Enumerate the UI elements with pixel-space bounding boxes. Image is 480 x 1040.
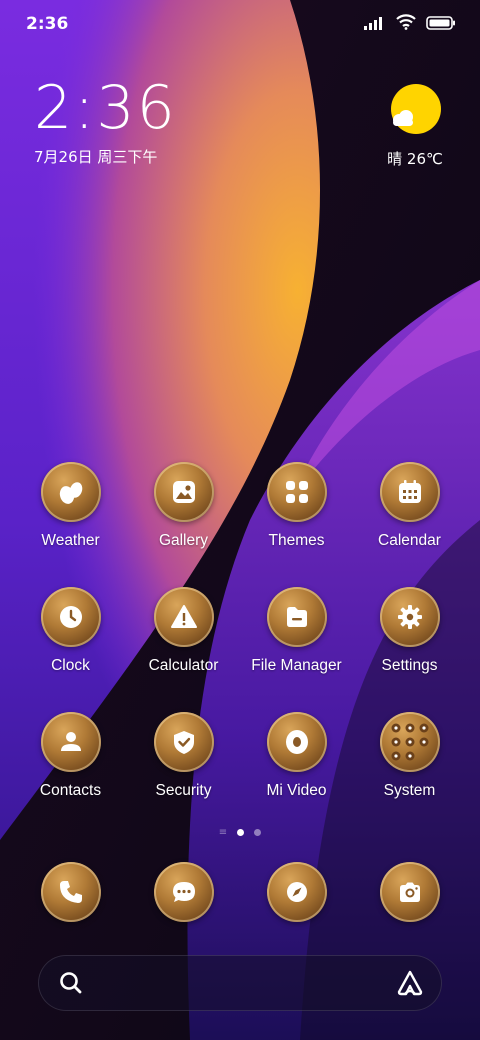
gear-icon bbox=[379, 587, 440, 647]
page-dot bbox=[254, 829, 262, 836]
app-row: Clock Calculator File Manager Settings bbox=[14, 587, 466, 712]
app-label: Security bbox=[155, 782, 212, 799]
app-label: Calendar bbox=[378, 532, 441, 549]
warning-icon bbox=[153, 587, 214, 647]
themes-icon bbox=[266, 462, 327, 522]
app-label: File Manager bbox=[251, 657, 342, 674]
weather-widget[interactable]: 晴 26℃ bbox=[384, 84, 446, 169]
phone-icon[interactable] bbox=[40, 862, 101, 922]
shield-icon bbox=[153, 712, 214, 772]
app-weather[interactable]: Weather bbox=[14, 462, 127, 587]
app-row: Contacts Security Mi Video System bbox=[14, 712, 466, 837]
assistant-icon[interactable] bbox=[396, 969, 424, 1001]
folder-icon bbox=[266, 587, 327, 647]
weather-text: 晴 26℃ bbox=[387, 150, 443, 168]
battery-icon bbox=[426, 15, 456, 34]
calendar-icon bbox=[379, 462, 440, 522]
app-calendar[interactable]: Calendar bbox=[353, 462, 466, 587]
camera-icon[interactable] bbox=[379, 862, 440, 922]
weather-icon bbox=[40, 462, 101, 522]
app-label: Settings bbox=[381, 657, 438, 674]
clock-icon bbox=[40, 587, 101, 647]
app-label: Calculator bbox=[148, 657, 219, 674]
app-label: Mi Video bbox=[266, 782, 327, 799]
wifi-icon bbox=[396, 14, 416, 34]
app-label: Weather bbox=[41, 532, 100, 549]
app-security[interactable]: Security bbox=[127, 712, 240, 837]
browser-icon[interactable] bbox=[266, 862, 327, 922]
search-bar[interactable] bbox=[38, 955, 442, 1011]
app-themes[interactable]: Themes bbox=[240, 462, 353, 587]
search-input[interactable] bbox=[94, 969, 378, 999]
page-indicator[interactable]: ≡ bbox=[0, 827, 480, 838]
app-grid: Weather Gallery Themes Calendar Clock Ca… bbox=[14, 462, 466, 837]
messages-icon[interactable] bbox=[153, 862, 214, 922]
menu-lines-icon: ≡ bbox=[218, 827, 228, 838]
clock-widget[interactable]: 2:36 7月26日 周三下午 bbox=[34, 76, 177, 167]
app-label: System bbox=[383, 782, 436, 799]
app-clock[interactable]: Clock bbox=[14, 587, 127, 712]
video-icon bbox=[266, 712, 327, 772]
status-bar: 2:36 bbox=[0, 0, 480, 50]
widget-time: 2:36 bbox=[34, 73, 177, 143]
status-time: 2:36 bbox=[26, 14, 69, 34]
widget-date: 7月26日 周三下午 bbox=[34, 148, 158, 166]
folder-grid-icon bbox=[379, 712, 440, 772]
page-dot-active bbox=[237, 829, 245, 836]
signal-icon bbox=[364, 15, 386, 34]
app-mi-video[interactable]: Mi Video bbox=[240, 712, 353, 837]
app-gallery[interactable]: Gallery bbox=[127, 462, 240, 587]
app-label: Gallery bbox=[158, 532, 209, 549]
sun-cloud-icon bbox=[389, 84, 441, 134]
app-label: Clock bbox=[51, 657, 90, 674]
app-label: Themes bbox=[268, 532, 325, 549]
app-file-manager[interactable]: File Manager bbox=[240, 587, 353, 712]
gallery-icon bbox=[153, 462, 214, 522]
app-settings[interactable]: Settings bbox=[353, 587, 466, 712]
app-row: Weather Gallery Themes Calendar bbox=[14, 462, 466, 587]
contacts-icon bbox=[40, 712, 101, 772]
dock bbox=[14, 862, 466, 922]
app-contacts[interactable]: Contacts bbox=[14, 712, 127, 837]
app-label: Contacts bbox=[39, 782, 102, 799]
search-icon bbox=[58, 970, 84, 1000]
app-calculator[interactable]: Calculator bbox=[127, 587, 240, 712]
app-system-folder[interactable]: System bbox=[353, 712, 466, 837]
